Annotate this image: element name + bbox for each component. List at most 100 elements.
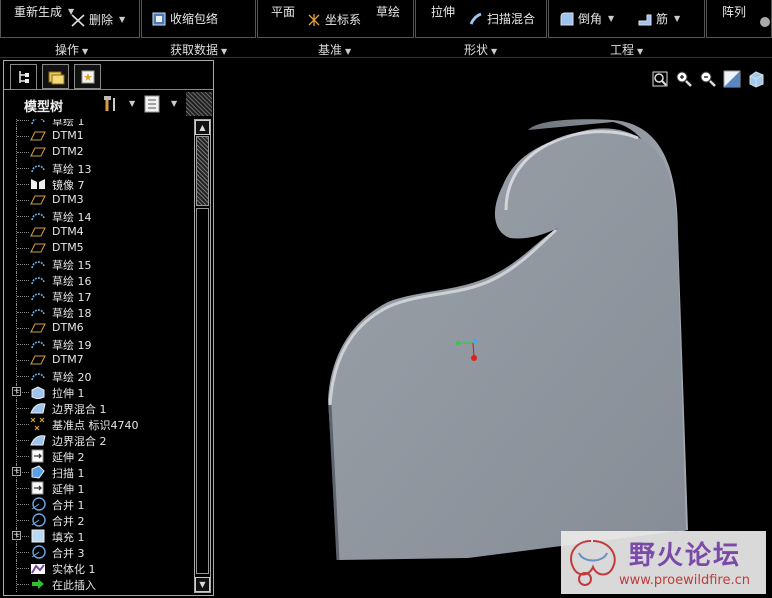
shrinkwrap-label: 收缩包络 xyxy=(170,12,219,26)
scroll-thumb[interactable] xyxy=(196,136,209,206)
tree-item[interactable]: 合并 3 xyxy=(6,544,194,560)
tree-columns-button[interactable]: ▼ xyxy=(144,95,177,116)
group-label-datum[interactable]: 基准 ▼ xyxy=(318,41,351,58)
tree-connector xyxy=(17,232,29,233)
expand-plus-icon[interactable]: + xyxy=(12,467,21,476)
swept-blend-icon xyxy=(469,12,482,25)
chevron-down-icon: ▼ xyxy=(171,99,178,108)
extrude-icon xyxy=(30,385,46,400)
tree-item[interactable]: DTM2 xyxy=(6,144,194,160)
tree-item[interactable]: 在此插入 xyxy=(6,576,194,592)
show-columns-icon xyxy=(144,95,160,113)
tab-folder-browser[interactable] xyxy=(42,64,69,89)
datum-plane-icon xyxy=(30,145,46,159)
sketch-icon xyxy=(30,161,46,175)
tree-item[interactable]: + 填充 1 xyxy=(6,528,194,544)
tree-item[interactable]: + 扫描 1 xyxy=(6,464,194,480)
forum-logo-icon xyxy=(570,540,616,586)
tree-connector xyxy=(17,584,29,585)
extrude-button[interactable]: 拉伸 xyxy=(431,3,455,20)
tree-item[interactable]: 延伸 1 xyxy=(6,480,194,496)
tree-item[interactable]: DTM1 xyxy=(6,128,194,144)
tree-connector xyxy=(17,280,29,281)
tree-item[interactable]: 草绘 14 xyxy=(6,208,194,224)
pattern-dropdown[interactable] xyxy=(759,14,772,30)
tree-connector xyxy=(17,568,29,569)
rib-button[interactable]: 筋 ▼ xyxy=(637,10,680,27)
tree-item[interactable]: DTM5 xyxy=(6,240,194,256)
tree-item-label: 边界混合 1 xyxy=(52,403,107,416)
regenerate-button[interactable]: 重新生成 ▼ xyxy=(14,3,74,20)
tree-settings-button[interactable]: ▼ xyxy=(102,94,135,117)
group-label-get-data[interactable]: 获取数据 ▼ xyxy=(170,41,227,58)
tree-item[interactable]: 边界混合 1 xyxy=(6,400,194,416)
scroll-track[interactable] xyxy=(196,208,209,574)
tree-item[interactable]: 草绘 20 xyxy=(6,368,194,384)
shrinkwrap-icon xyxy=(152,12,166,25)
tree-item[interactable]: 草绘 1 xyxy=(6,119,194,128)
tree-item-label: DTM5 xyxy=(52,241,84,254)
tree-item[interactable]: DTM6 xyxy=(6,320,194,336)
scroll-up-arrow-icon[interactable]: ▲ xyxy=(195,120,210,135)
group-label-shapes[interactable]: 形状 ▼ xyxy=(464,41,497,58)
tree-item[interactable]: 基准点 标识4740 xyxy=(6,416,194,432)
tree-item-label: 边界混合 2 xyxy=(52,435,107,448)
tree-connector xyxy=(17,440,29,441)
scroll-down-arrow-icon[interactable]: ▼ xyxy=(195,577,210,592)
model-viewport[interactable] xyxy=(218,60,772,598)
group-label-operations[interactable]: 操作 ▼ xyxy=(55,41,88,58)
delete-button[interactable]: 删除 ▼ xyxy=(70,11,125,28)
graphics-window[interactable] xyxy=(218,60,772,598)
tree-item-label: 延伸 1 xyxy=(52,483,85,496)
tree-item[interactable]: 镜像 7 xyxy=(6,176,194,192)
extrude-label: 拉伸 xyxy=(431,5,456,19)
datum-plane-button[interactable]: 平面 xyxy=(271,3,295,20)
tree-item-label: 草绘 15 xyxy=(52,259,92,272)
tree-item-label: 在此插入 xyxy=(52,579,96,592)
expand-plus-icon[interactable]: + xyxy=(12,531,21,540)
tree-item-label: 合并 1 xyxy=(52,499,85,512)
tree-item[interactable]: DTM3 xyxy=(6,192,194,208)
tree-item-label: DTM1 xyxy=(52,129,84,142)
tab-model-tree[interactable] xyxy=(10,64,37,89)
pattern-button[interactable]: 阵列 xyxy=(722,3,746,20)
tree-item-label: DTM2 xyxy=(52,145,84,158)
tree-item[interactable]: 草绘 17 xyxy=(6,288,194,304)
tree-item[interactable]: 合并 2 xyxy=(6,512,194,528)
round-icon xyxy=(560,12,574,25)
tree-item-label: 基准点 标识4740 xyxy=(52,419,139,432)
tree-item[interactable]: 边界混合 2 xyxy=(6,432,194,448)
tree-item[interactable]: 草绘 13 xyxy=(6,160,194,176)
tree-connector xyxy=(17,552,29,553)
tree-connector xyxy=(17,296,29,297)
tree-connector xyxy=(17,376,29,377)
tree-item[interactable]: 延伸 2 xyxy=(6,448,194,464)
rib-label: 筋 xyxy=(656,12,669,26)
tree-connector xyxy=(17,504,29,505)
tree-item[interactable]: 草绘 16 xyxy=(6,272,194,288)
tree-item[interactable]: 草绘 19 xyxy=(6,336,194,352)
round-button[interactable]: 倒角 ▼ xyxy=(559,10,614,27)
tree-item[interactable]: 草绘 18 xyxy=(6,304,194,320)
swept-blend-button[interactable]: 扫描混合 xyxy=(468,10,535,27)
tree-item[interactable]: 草绘 15 xyxy=(6,256,194,272)
sketch-button[interactable]: 草绘 xyxy=(376,3,400,20)
tree-item[interactable]: DTM4 xyxy=(6,224,194,240)
tab-favorites[interactable] xyxy=(74,64,101,89)
shrinkwrap-button[interactable]: 收缩包络 xyxy=(151,10,218,27)
group-label-engineering[interactable]: 工程 ▼ xyxy=(610,41,643,58)
tree-item[interactable]: DTM7 xyxy=(6,352,194,368)
model-tree-header: 模型树 ▼ ▼ xyxy=(4,89,213,117)
tree-filter-button[interactable] xyxy=(186,92,212,116)
tree-item-label: 镜像 7 xyxy=(52,179,85,192)
sweep-icon xyxy=(30,465,46,479)
tree-item[interactable]: 合并 1 xyxy=(6,496,194,512)
expand-plus-icon[interactable]: + xyxy=(12,387,21,396)
tree-item[interactable]: + 拉伸 1 xyxy=(6,384,194,400)
hammer-wrench-icon xyxy=(104,96,115,111)
coordinate-system-button[interactable]: 坐标系 xyxy=(306,11,361,28)
tree-connector xyxy=(17,152,29,153)
tree-scrollbar[interactable]: ▲ ▼ xyxy=(194,119,211,593)
tree-item[interactable]: 实体化 1 xyxy=(6,560,194,576)
tree-connector xyxy=(17,168,29,169)
